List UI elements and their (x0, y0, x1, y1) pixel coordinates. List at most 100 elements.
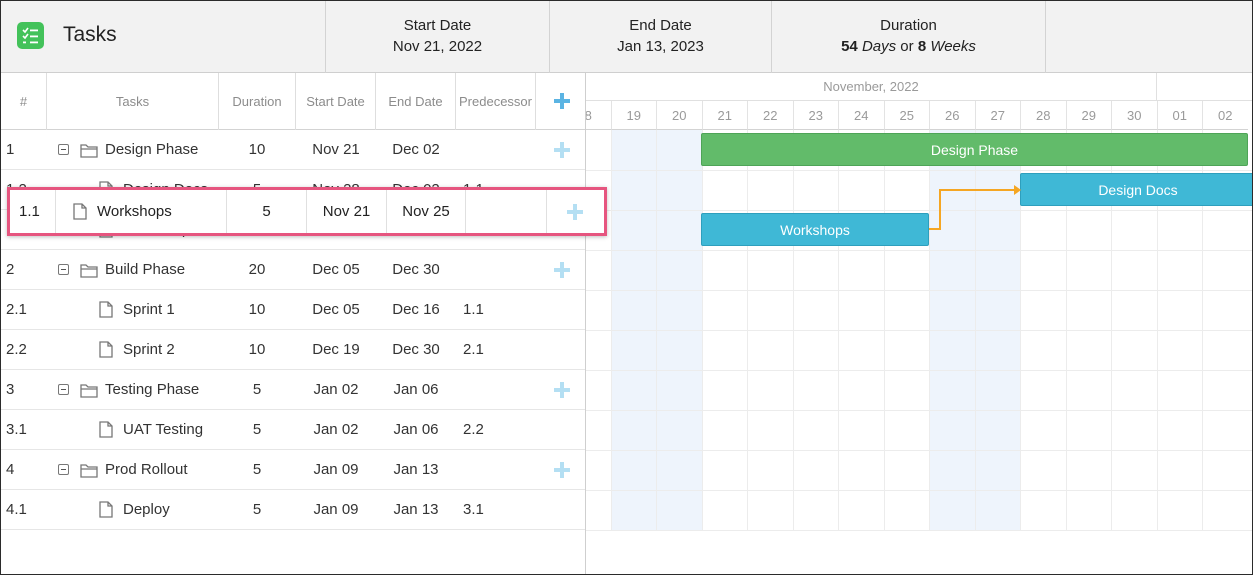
task-duration[interactable]: 5 (217, 370, 297, 410)
column-header-duration[interactable]: Duration (219, 73, 296, 130)
task-duration[interactable]: 10 (217, 130, 297, 170)
task-end-date[interactable]: Dec 02 (376, 130, 456, 170)
header-duration: Duration 54 Days or 8 Weeks (771, 1, 1045, 73)
timeline-day: 01 (1156, 101, 1202, 130)
timeline-row-line (586, 290, 1252, 291)
task-start-date[interactable]: Jan 02 (296, 410, 376, 450)
timeline-day: 25 (883, 101, 929, 130)
timeline-day: 23 (792, 101, 838, 130)
task-name[interactable]: UAT Testing (123, 410, 203, 450)
start-date-value: Nov 21, 2022 (392, 38, 483, 55)
task-name[interactable]: Build Phase (105, 250, 185, 290)
table-row[interactable]: 2 Build Phase 20 Dec 05 Dec 30 (1, 250, 585, 290)
table-row[interactable]: 3.1 UAT Testing 5 Jan 02 Jan 06 2.2 (1, 410, 585, 450)
task-duration[interactable]: 5 (217, 450, 297, 490)
duration-weeks: 8 (917, 38, 927, 55)
timeline-row-line (586, 250, 1252, 251)
gantt-bar-workshops[interactable]: Workshops (701, 213, 929, 246)
task-end-date[interactable]: Dec 30 (376, 330, 456, 370)
task-end-date[interactable]: Dec 30 (376, 250, 456, 290)
collapse-toggle-icon[interactable] (58, 264, 69, 275)
timeline-day: 30 (1111, 101, 1157, 130)
task-end-date[interactable]: Jan 06 (376, 410, 456, 450)
row-number: 2.1 (6, 301, 27, 318)
task-name[interactable]: Testing Phase (105, 370, 199, 410)
task-name[interactable]: Sprint 2 (123, 330, 175, 370)
header-empty-cell (1045, 1, 1252, 73)
task-start-date[interactable]: Jan 09 (296, 450, 376, 490)
app-title: Tasks (63, 23, 117, 46)
collapse-toggle-icon[interactable] (58, 144, 69, 155)
task-predecessor[interactable]: 2.1 (463, 330, 484, 370)
task-start-date[interactable]: Jan 09 (296, 490, 376, 530)
task-end-date[interactable]: Jan 06 (376, 370, 456, 410)
collapse-toggle-icon[interactable] (58, 384, 69, 395)
duration-label: Duration (880, 17, 937, 34)
task-duration[interactable]: 10 (217, 330, 297, 370)
task-start-date[interactable]: Nov 21 (296, 130, 376, 170)
column-header-predecessor[interactable]: Predecessor (456, 73, 536, 130)
duration-days-unit: Days (857, 38, 897, 55)
add-subtask-plus-icon (567, 204, 583, 220)
timeline-row-line (586, 450, 1252, 451)
table-row[interactable]: 4 Prod Rollout 5 Jan 09 Jan 13 (1, 450, 585, 490)
folder-icon (80, 384, 98, 398)
timeline-row-line (586, 490, 1252, 491)
timeline-day: 22 (747, 101, 793, 130)
timeline-day: 02 (1202, 101, 1248, 130)
row-number: 1 (6, 141, 15, 158)
task-end-date[interactable]: Dec 16 (376, 290, 456, 330)
table-row[interactable]: 3 Testing Phase 5 Jan 02 Jan 06 (1, 370, 585, 410)
column-header-end-date[interactable]: End Date (376, 73, 456, 130)
drag-preview-row[interactable]: 1.1 Workshops 5 Nov 21 Nov 25 (7, 187, 607, 236)
task-duration[interactable]: 10 (217, 290, 297, 330)
column-header-tasks[interactable]: Tasks (47, 73, 219, 130)
duration-days: 54 (841, 38, 858, 55)
gantt-bar-design-docs[interactable]: Design Docs (1020, 173, 1252, 206)
task-predecessor[interactable]: 2.2 (463, 410, 484, 450)
column-header-number[interactable]: # (1, 73, 47, 130)
task-name[interactable]: Deploy (123, 490, 170, 530)
header-start-date: Start Date Nov 21, 2022 (325, 1, 549, 73)
task-duration[interactable]: 5 (217, 490, 297, 530)
task-end-date[interactable]: Jan 13 (376, 490, 456, 530)
task-predecessor[interactable]: 1.1 (463, 290, 484, 330)
collapse-toggle-icon[interactable] (58, 464, 69, 475)
task-name[interactable]: Prod Rollout (105, 450, 188, 490)
task-predecessor[interactable]: 3.1 (463, 490, 484, 530)
timeline-day: 20 (656, 101, 702, 130)
add-subtask-plus-icon[interactable] (554, 382, 570, 398)
task-start-date[interactable]: Dec 19 (296, 330, 376, 370)
task-start-date[interactable]: Dec 05 (296, 290, 376, 330)
table-row[interactable]: 2.2 Sprint 2 10 Dec 19 Dec 30 2.1 (1, 330, 585, 370)
task-start-date[interactable]: Dec 05 (296, 250, 376, 290)
folder-icon (80, 464, 98, 478)
duration-weeks-unit: Weeks (926, 38, 976, 55)
timeline-row-line (586, 210, 1252, 211)
document-icon (99, 341, 113, 358)
add-subtask-plus-icon[interactable] (554, 462, 570, 478)
drag-task-predecessor (466, 190, 547, 233)
task-name[interactable]: Sprint 1 (123, 290, 175, 330)
timeline-day: 27 (974, 101, 1020, 130)
table-row[interactable]: 1 Design Phase 10 Nov 21 Dec 02 (1, 130, 585, 170)
folder-icon (80, 264, 98, 278)
add-column-plus-icon[interactable] (554, 93, 570, 109)
add-subtask-plus-icon[interactable] (554, 142, 570, 158)
task-duration[interactable]: 20 (217, 250, 297, 290)
header-end-date: End Date Jan 13, 2023 (549, 1, 771, 73)
add-subtask-plus-icon[interactable] (554, 262, 570, 278)
table-row[interactable]: 4.1 Deploy 5 Jan 09 Jan 13 3.1 (1, 490, 585, 530)
task-start-date[interactable]: Jan 02 (296, 370, 376, 410)
table-row[interactable]: 2.1 Sprint 1 10 Dec 05 Dec 16 1.1 (1, 290, 585, 330)
drag-row-number: 1.1 (10, 190, 56, 233)
row-number: 3 (6, 381, 15, 398)
document-icon (99, 301, 113, 318)
column-header-start-date[interactable]: Start Date (296, 73, 376, 130)
gantt-timeline[interactable]: November, 2022 8 19 20 21 22 23 24 25 26 27 28 29 30… (585, 73, 1252, 574)
task-name[interactable]: Design Phase (105, 130, 198, 170)
gantt-bar-design-phase[interactable]: Design Phase (701, 133, 1248, 166)
task-end-date[interactable]: Jan 13 (376, 450, 456, 490)
timeline-row-line (586, 530, 1252, 531)
task-duration[interactable]: 5 (217, 410, 297, 450)
